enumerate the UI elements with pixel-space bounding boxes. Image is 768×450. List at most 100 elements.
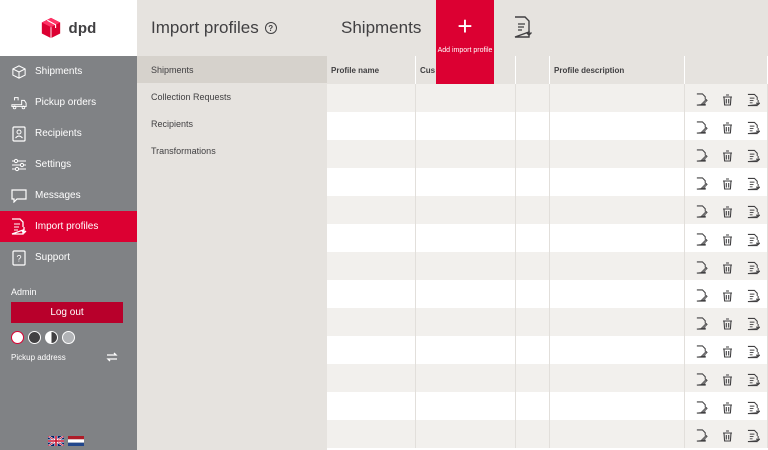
add-import-profile-button[interactable]: + Add import profile — [436, 0, 494, 84]
export-file-icon[interactable] — [746, 149, 760, 163]
export-file-icon[interactable] — [746, 93, 760, 107]
sidebar-item-recipients[interactable]: Recipients — [0, 118, 137, 149]
theme-contrast-option[interactable] — [45, 331, 58, 344]
table-row[interactable] — [327, 140, 768, 168]
table-header: Profile name Cus Profile description — [327, 56, 768, 84]
edit-icon[interactable] — [694, 261, 708, 275]
sidebar-item-shipments[interactable]: Shipments — [0, 56, 137, 87]
logo[interactable]: dpd — [0, 0, 137, 56]
delete-icon[interactable] — [720, 121, 734, 135]
delete-icon[interactable] — [720, 429, 734, 443]
theme-dark-option[interactable] — [28, 331, 41, 344]
table-row[interactable] — [327, 224, 768, 252]
sliders-icon — [11, 157, 27, 173]
help-icon[interactable]: ? — [264, 22, 277, 34]
table-cell — [516, 196, 550, 224]
delete-icon[interactable] — [720, 317, 734, 331]
theme-light-option[interactable] — [11, 331, 24, 344]
delete-icon[interactable] — [720, 233, 734, 247]
column-header[interactable] — [685, 56, 768, 84]
table-row[interactable] — [327, 252, 768, 280]
table-row[interactable] — [327, 84, 768, 112]
table-row[interactable] — [327, 308, 768, 336]
table-row[interactable] — [327, 196, 768, 224]
export-file-icon[interactable] — [746, 345, 760, 359]
export-file-icon[interactable] — [746, 289, 760, 303]
export-file-icon[interactable] — [746, 233, 760, 247]
table-row[interactable] — [327, 168, 768, 196]
table-row[interactable] — [327, 336, 768, 364]
profiles-table-body — [327, 84, 768, 448]
sidebar-item-settings[interactable]: Settings — [0, 149, 137, 180]
table-cell — [416, 140, 516, 168]
edit-icon[interactable] — [694, 205, 708, 219]
table-cell — [516, 336, 550, 364]
edit-icon[interactable] — [694, 317, 708, 331]
table-cell — [550, 420, 685, 448]
edit-icon[interactable] — [694, 149, 708, 163]
column-header[interactable]: Profile description — [550, 56, 685, 84]
edit-icon[interactable] — [694, 429, 708, 443]
table-row[interactable] — [327, 392, 768, 420]
delete-icon[interactable] — [720, 345, 734, 359]
delete-icon[interactable] — [720, 93, 734, 107]
delete-icon[interactable] — [720, 289, 734, 303]
export-file-icon[interactable] — [746, 205, 760, 219]
table-cell — [416, 196, 516, 224]
delete-icon[interactable] — [720, 373, 734, 387]
export-file-icon[interactable] — [746, 401, 760, 415]
nl-flag-icon[interactable] — [68, 436, 84, 446]
edit-icon[interactable] — [694, 121, 708, 135]
submenu-item-shipments[interactable]: Shipments — [137, 56, 327, 83]
submenu-item-recipients[interactable]: Recipients — [137, 110, 327, 137]
row-actions — [685, 196, 768, 224]
contact-card-icon — [11, 125, 27, 142]
submenu-item-collection-requests[interactable]: Collection Requests — [137, 83, 327, 110]
column-header[interactable]: Profile name — [327, 56, 416, 84]
sidebar-item-pickup-orders[interactable]: Pickup orders — [0, 87, 137, 118]
edit-icon[interactable] — [694, 345, 708, 359]
sidebar-item-label: Shipments — [35, 66, 83, 77]
export-file-icon[interactable] — [746, 261, 760, 275]
table-row[interactable] — [327, 112, 768, 140]
delete-icon[interactable] — [720, 149, 734, 163]
edit-icon[interactable] — [694, 233, 708, 247]
submenu-header: Import profiles ? — [137, 0, 327, 56]
delete-icon[interactable] — [720, 205, 734, 219]
uk-flag-icon[interactable] — [48, 436, 64, 446]
logout-button[interactable]: Log out — [11, 302, 123, 323]
submenu-item-transformations[interactable]: Transformations — [137, 137, 327, 164]
import-file-icon[interactable] — [513, 16, 533, 38]
edit-icon[interactable] — [694, 373, 708, 387]
table-cell — [327, 224, 416, 252]
delete-icon[interactable] — [720, 177, 734, 191]
edit-icon[interactable] — [694, 401, 708, 415]
export-file-icon[interactable] — [746, 429, 760, 443]
export-file-icon[interactable] — [746, 317, 760, 331]
table-row[interactable] — [327, 364, 768, 392]
table-cell — [416, 308, 516, 336]
edit-icon[interactable] — [694, 177, 708, 191]
truck-icon — [11, 95, 27, 111]
table-cell — [416, 336, 516, 364]
user-name: Admin — [11, 287, 37, 297]
sidebar-item-messages[interactable]: Messages — [0, 180, 137, 211]
pickup-address-row[interactable]: Pickup address — [11, 352, 126, 362]
column-header[interactable] — [516, 56, 550, 84]
sidebar-item-support[interactable]: ? Support — [0, 242, 137, 273]
table-row[interactable] — [327, 420, 768, 448]
edit-icon[interactable] — [694, 93, 708, 107]
sidebar-item-import-profiles[interactable]: Import profiles — [0, 211, 137, 242]
delete-icon[interactable] — [720, 401, 734, 415]
export-file-icon[interactable] — [746, 373, 760, 387]
swap-icon[interactable] — [106, 352, 118, 362]
export-file-icon[interactable] — [746, 177, 760, 191]
row-actions — [685, 84, 768, 112]
edit-icon[interactable] — [694, 289, 708, 303]
table-cell — [550, 196, 685, 224]
table-row[interactable] — [327, 280, 768, 308]
theme-grey-option[interactable] — [62, 331, 75, 344]
export-file-icon[interactable] — [746, 121, 760, 135]
table-cell — [327, 168, 416, 196]
delete-icon[interactable] — [720, 261, 734, 275]
